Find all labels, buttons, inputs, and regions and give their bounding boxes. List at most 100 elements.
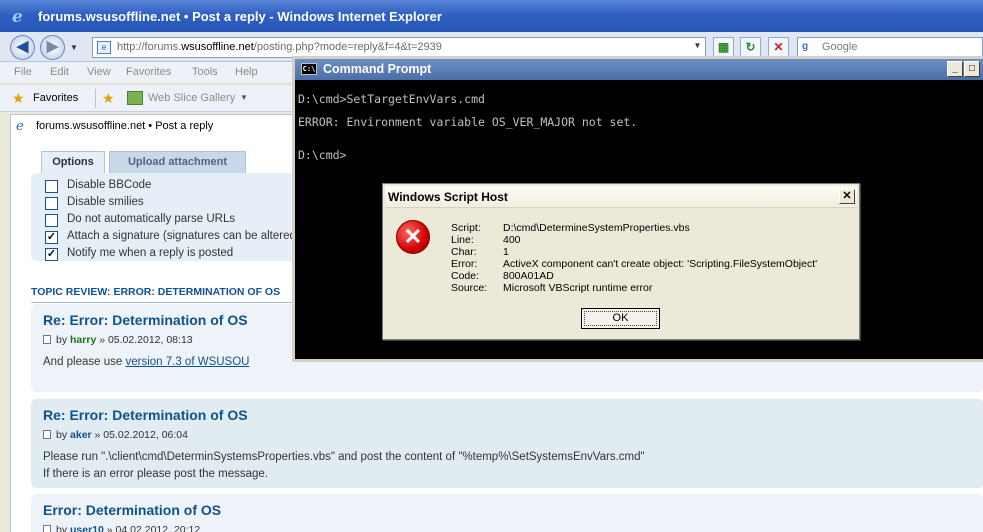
option-label: Disable smilies	[67, 196, 144, 208]
post-author[interactable]: harry	[70, 334, 96, 346]
field-value: ActiveX component can't create object: '…	[503, 258, 818, 270]
field-label: Code:	[451, 270, 480, 282]
dialog-title: Windows Script Host	[388, 190, 508, 204]
menu-file[interactable]: File	[14, 66, 32, 78]
tab-page-icon: e	[16, 119, 24, 134]
minimize-button[interactable]: _	[947, 61, 963, 77]
menu-tools[interactable]: Tools	[192, 66, 218, 78]
post-body: And please use version 7.3 of WSUSOU	[43, 356, 250, 368]
option-label: Do not automatically parse URLs	[67, 213, 236, 225]
menu-view[interactable]: View	[87, 66, 111, 78]
post-date: » 05.02.2012, 06:04	[94, 429, 188, 441]
internet-explorer-icon: e	[12, 7, 23, 27]
post-icon[interactable]	[43, 335, 51, 344]
ie-window-title: forums.wsusoffline.net • Post a reply - …	[38, 9, 442, 24]
field-label: Line:	[451, 234, 474, 246]
checkbox[interactable]	[45, 214, 58, 227]
google-icon: g	[802, 41, 809, 52]
favorites-bar: ★ Favorites ★ Web Slice Gallery ▼	[0, 84, 300, 112]
tab-options[interactable]: Options	[41, 151, 105, 173]
ie-menu-bar: File Edit View Favorites Tools Help	[0, 62, 300, 82]
post-title[interactable]: Re: Error: Determination of OS	[43, 407, 248, 423]
web-slice-dropdown-icon[interactable]: ▼	[240, 93, 248, 102]
post-link[interactable]: version 7.3 of WSUSOU	[125, 356, 249, 368]
field-value: 800A01AD	[503, 270, 554, 282]
field-value: 1	[503, 246, 509, 258]
menu-favorites[interactable]: Favorites	[126, 66, 171, 78]
command-prompt-title: Command Prompt	[323, 62, 432, 76]
field-label: Char:	[451, 246, 477, 258]
post-body-line: Please run ".\client\cmd\DeterminSystems…	[43, 451, 645, 463]
post-author[interactable]: aker	[70, 429, 92, 441]
field-label: Source:	[451, 282, 488, 294]
checkbox[interactable]	[45, 197, 58, 210]
ie-titlebar[interactable]: e forums.wsusoffline.net • Post a reply …	[0, 0, 983, 32]
compatibility-view-button[interactable]: ▦	[713, 37, 734, 58]
option-label: Notify me when a reply is posted	[67, 247, 234, 259]
post-icon[interactable]	[43, 430, 51, 439]
post-meta: by aker » 05.02.2012, 06:04	[43, 429, 188, 441]
post-icon[interactable]	[43, 525, 51, 532]
maximize-button[interactable]: □	[964, 61, 980, 77]
menu-edit[interactable]: Edit	[50, 66, 69, 78]
search-box[interactable]: g Google	[797, 37, 983, 58]
back-button[interactable]: ◀	[10, 35, 35, 60]
post-title[interactable]: Re: Error: Determination of OS	[43, 312, 248, 328]
option-label: Disable BBCode	[67, 179, 152, 191]
stop-button[interactable]: ✕	[768, 37, 789, 58]
dialog-titlebar[interactable]: Windows Script Host ✕	[385, 186, 857, 208]
browser-tab[interactable]: e forums.wsusoffline.net • Post a reply	[10, 114, 300, 138]
stop-icon: ✕	[773, 40, 784, 54]
checkbox-checked[interactable]: ✓	[45, 248, 58, 261]
forward-button[interactable]: ▶	[40, 35, 65, 60]
search-input[interactable]: Google	[822, 41, 857, 53]
compatibility-icon: ▦	[717, 40, 730, 54]
ok-button[interactable]: OK	[581, 308, 660, 329]
post-meta: by user10 » 04.02.2012, 20:12	[43, 524, 200, 532]
post-body-line: If there is an error please post the mes…	[43, 468, 269, 480]
topic-review-heading: TOPIC REVIEW: ERROR: DETERMINATION OF OS	[31, 286, 281, 298]
post-meta: by harry » 05.02.2012, 08:13	[43, 334, 193, 346]
refresh-icon: ↻	[745, 40, 756, 54]
favorites-separator	[95, 89, 96, 108]
console-line: D:\cmd>	[298, 148, 347, 162]
recent-pages-dropdown-icon[interactable]: ▼	[70, 43, 78, 52]
field-value: Microsoft VBScript runtime error	[503, 282, 653, 294]
post-date: » 04.02.2012, 20:12	[106, 524, 201, 532]
arrow-right-icon: ▶	[46, 38, 59, 55]
post-title[interactable]: Error: Determination of OS	[43, 502, 221, 518]
console-line: D:\cmd>SetTargetEnvVars.cmd	[298, 92, 485, 106]
favorites-button[interactable]: Favorites	[33, 92, 78, 104]
error-icon: ✕	[396, 220, 430, 254]
checkbox[interactable]	[45, 180, 58, 193]
console-line: ERROR: Environment variable OS_VER_MAJOR…	[298, 115, 638, 129]
favorites-star-icon[interactable]: ★	[12, 90, 25, 107]
address-dropdown-icon[interactable]: ▼	[692, 41, 703, 54]
field-label: Error:	[451, 258, 478, 270]
page-icon: e	[97, 41, 111, 54]
address-bar[interactable]: e http://forums.wsusoffline.net/posting.…	[92, 37, 706, 58]
field-label: Script:	[451, 222, 481, 234]
options-box: Disable BBCode Disable smilies Do not au…	[31, 173, 353, 261]
web-slice-gallery-button[interactable]: Web Slice Gallery	[148, 92, 235, 104]
command-prompt-icon: C:\	[301, 63, 317, 75]
post: Re: Error: Determination of OS by aker »…	[31, 399, 983, 488]
post-date: » 05.02.2012, 08:13	[99, 334, 193, 346]
close-button[interactable]: ✕	[839, 189, 855, 204]
options-panel: Options Upload attachment Disable BBCode…	[31, 148, 353, 273]
arrow-left-icon: ◀	[16, 38, 29, 55]
refresh-button[interactable]: ↻	[740, 37, 761, 58]
menu-help[interactable]: Help	[235, 66, 258, 78]
field-value: D:\cmd\DetermineSystemProperties.vbs	[503, 222, 690, 234]
web-slice-icon	[127, 91, 143, 105]
address-url[interactable]: http://forums.wsusoffline.net/posting.ph…	[117, 41, 442, 53]
add-to-favorites-bar-icon[interactable]: ★	[102, 90, 115, 107]
focus-ring	[584, 311, 657, 326]
windows-script-host-dialog: Windows Script Host ✕ ✕ Script: D:\cmd\D…	[382, 183, 860, 340]
tab-upload-attachment[interactable]: Upload attachment	[109, 151, 246, 173]
command-prompt-titlebar[interactable]: C:\ Command Prompt _ □	[295, 59, 983, 80]
checkbox-checked[interactable]: ✓	[45, 231, 58, 244]
post-author[interactable]: user10	[70, 524, 104, 532]
tab-label: forums.wsusoffline.net • Post a reply	[36, 120, 214, 132]
field-value: 400	[503, 234, 521, 246]
